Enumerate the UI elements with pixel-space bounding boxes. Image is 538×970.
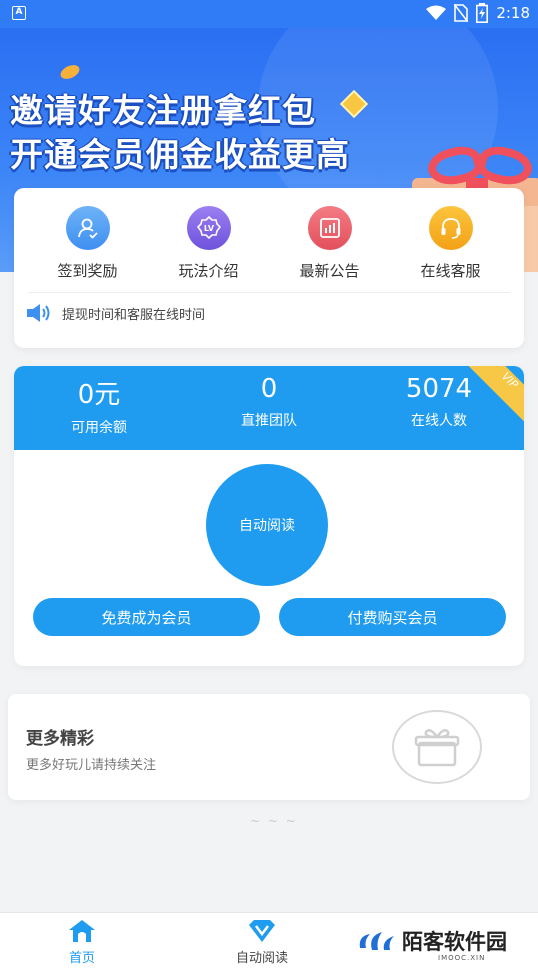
- menu-item-rules[interactable]: LV 玩法介绍: [148, 206, 269, 281]
- menu-label-support: 在线客服: [420, 262, 481, 280]
- menu-label-announcement: 最新公告: [299, 262, 360, 280]
- member-stats-card: 0元 可用余额 0 直推团队 5074 在线人数 VIP 自动阅读 免费成为会员…: [14, 366, 524, 666]
- stat-balance-value: 0元: [77, 380, 121, 410]
- banner-subheadline: 开通会员佣金收益更高: [10, 135, 350, 174]
- paid-member-button[interactable]: 付费购买会员: [279, 598, 506, 636]
- speaker-icon: [27, 304, 50, 322]
- lv-badge-icon: LV: [186, 206, 231, 250]
- stat-team: 0 直推团队: [184, 366, 354, 450]
- status-bar: A 2:18: [0, 0, 538, 28]
- menu-item-support[interactable]: 在线客服: [390, 206, 511, 281]
- nav-auto-read[interactable]: 自动阅读: [236, 919, 288, 966]
- more-subtitle: 更多好玩儿请持续关注: [26, 758, 157, 773]
- watermark-logo: 陌客软件园 IMOOC.XIN: [356, 926, 507, 962]
- diamond-v-icon: [249, 920, 275, 942]
- status-icons: 2:18: [426, 3, 530, 23]
- wifi-icon: [426, 5, 447, 20]
- svg-text:LV: LV: [203, 224, 214, 233]
- more-card[interactable]: 更多精彩 更多好玩儿请持续关注: [8, 694, 530, 800]
- stats-header: 0元 可用余额 0 直推团队 5074 在线人数 VIP: [14, 366, 524, 450]
- watermark-subtext: IMOOC.XIN: [438, 954, 486, 962]
- menu-item-announcement[interactable]: 最新公告: [269, 206, 390, 281]
- divider: [28, 292, 510, 293]
- stat-online-label: 在线人数: [411, 413, 467, 429]
- gift-icon: [392, 710, 482, 784]
- end-of-list-indicator: ~ ~ ~: [250, 814, 298, 828]
- banner-headline: 邀请好友注册拿红包: [10, 91, 316, 130]
- headset-icon: [428, 206, 473, 250]
- menu-label-rules: 玩法介绍: [178, 262, 239, 280]
- battery-icon: [476, 3, 489, 23]
- watermark-icon: [359, 932, 394, 950]
- watermark-text: 陌客软件园: [402, 929, 507, 954]
- user-checkin-icon: [65, 206, 110, 250]
- no-sim-icon: [454, 4, 469, 22]
- menu-item-checkin[interactable]: 签到奖励: [27, 206, 148, 281]
- stat-team-label: 直推团队: [241, 413, 297, 429]
- clock: 2:18: [496, 4, 530, 22]
- notice-text: 提现时间和客服在线时间: [62, 307, 206, 323]
- stat-online-value: 5074: [405, 374, 473, 404]
- notice-bar[interactable]: 提现时间和客服在线时间: [24, 298, 205, 328]
- free-member-button[interactable]: 免费成为会员: [33, 598, 260, 636]
- stat-balance: 0元 可用余额: [14, 366, 184, 450]
- quick-menu-card: 签到奖励 LV 玩法介绍 最新公告 在线客服 提现时间和客服在线时间: [14, 188, 524, 348]
- coin-decoration: [58, 62, 82, 82]
- nav-home[interactable]: 首页: [68, 919, 96, 966]
- stat-team-value: 0: [260, 374, 278, 404]
- nav-auto-read-label: 自动阅读: [236, 951, 289, 966]
- auto-read-button[interactable]: 自动阅读: [206, 464, 328, 586]
- home-icon: [69, 920, 95, 942]
- stat-balance-label: 可用余额: [71, 420, 127, 436]
- app-notification-icon: A: [12, 6, 26, 20]
- more-title: 更多精彩: [26, 729, 94, 749]
- chart-notice-icon: [307, 206, 352, 250]
- quick-menu-row: 签到奖励 LV 玩法介绍 最新公告 在线客服: [14, 206, 524, 281]
- nav-home-label: 首页: [68, 951, 95, 966]
- menu-label-checkin: 签到奖励: [57, 262, 118, 280]
